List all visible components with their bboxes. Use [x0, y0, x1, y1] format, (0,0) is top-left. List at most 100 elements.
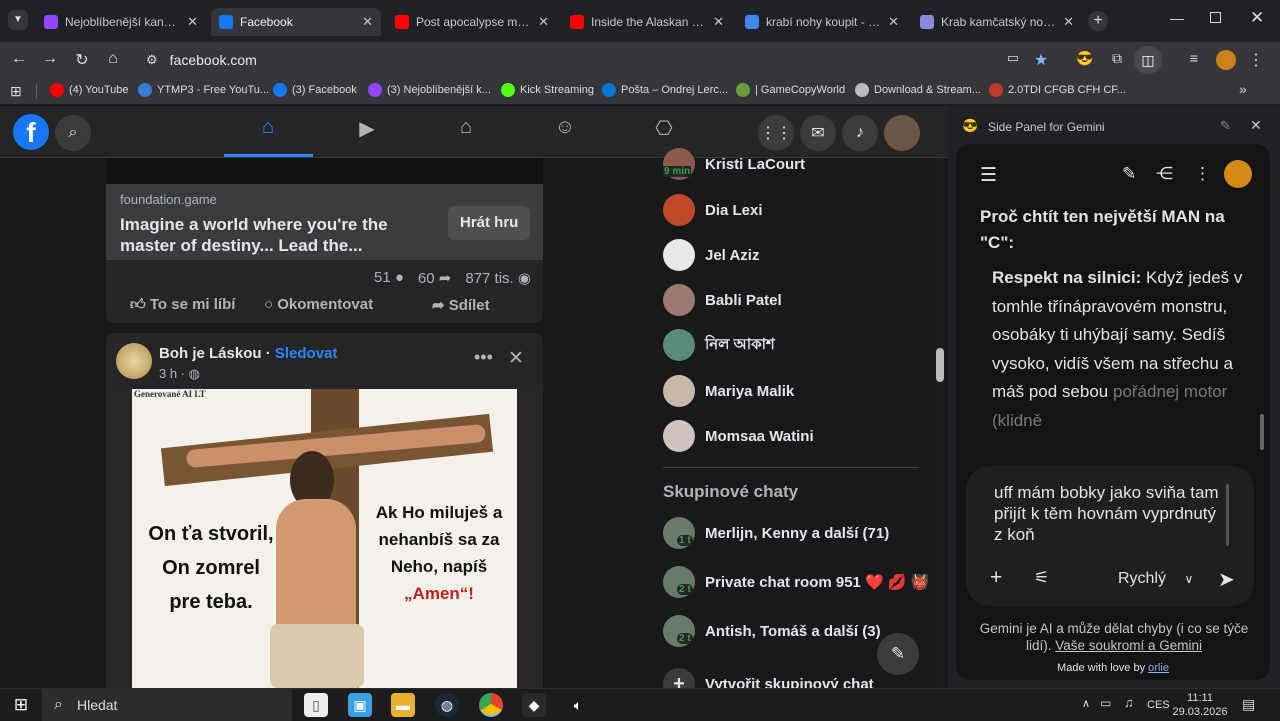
- send-icon[interactable]: ➤: [1218, 567, 1235, 592]
- comment-button[interactable]: ○ Okomentovat: [264, 296, 373, 313]
- extension-gemini-icon[interactable]: 😎: [1075, 50, 1095, 67]
- bookmarks-overflow-icon[interactable]: »: [1239, 81, 1247, 97]
- account-avatar[interactable]: [884, 115, 920, 151]
- bookmark-item[interactable]: Download & Stream...: [855, 83, 981, 97]
- play-game-button[interactable]: Hrát hru: [448, 206, 531, 240]
- group-chat-item[interactable]: 2 t Antish, Tomáš a další (3): [663, 615, 881, 647]
- install-app-icon[interactable]: ▭: [1003, 50, 1023, 66]
- comment-count[interactable]: 51 ●: [374, 269, 404, 287]
- clock[interactable]: 11:11 29.03.2026: [1172, 691, 1228, 719]
- close-window-button[interactable]: ✕: [1250, 8, 1264, 28]
- bookmark-item[interactable]: (3) Facebook: [273, 83, 357, 97]
- home-nav-icon[interactable]: ⌂: [253, 116, 283, 146]
- mode-select[interactable]: Rychlý ∨: [1118, 570, 1193, 588]
- response-scrollbar-thumb[interactable]: [1260, 414, 1264, 450]
- side-panel-icon[interactable]: ◫: [1134, 46, 1162, 74]
- search-icon[interactable]: ⌕: [55, 115, 91, 151]
- steam-icon[interactable]: ◍: [435, 693, 459, 717]
- photos-icon[interactable]: ▣: [348, 693, 372, 717]
- facebook-logo[interactable]: f: [13, 114, 49, 150]
- tray-network-icon[interactable]: ▭: [1100, 696, 1111, 710]
- gemini-menu-icon[interactable]: ☰: [980, 164, 997, 187]
- contact-item[interactable]: Jel Aziz: [663, 239, 759, 271]
- back-button[interactable]: ←: [9, 50, 29, 68]
- contact-item[interactable]: Momsaa Watini: [663, 420, 814, 452]
- tab-close-icon[interactable]: ✕: [187, 14, 198, 30]
- like-button[interactable]: 👍︎ To se mi líbí: [130, 296, 235, 314]
- notifications-bell-icon[interactable]: ♪: [842, 115, 878, 151]
- extensions-puzzle-icon[interactable]: ⧉: [1107, 50, 1127, 67]
- menu-grid-icon[interactable]: ⋮⋮: [758, 115, 794, 151]
- side-panel-close-icon[interactable]: ✕: [1250, 117, 1262, 134]
- home-button[interactable]: ⌂: [103, 50, 123, 68]
- tab-close-icon[interactable]: ✕: [538, 14, 549, 30]
- groups-nav-icon[interactable]: ☺: [550, 116, 580, 146]
- maximize-button[interactable]: [1210, 12, 1221, 23]
- post-author-avatar[interactable]: [116, 343, 152, 379]
- tab-3[interactable]: Post apocalypse music video ✕: [387, 8, 557, 36]
- post-more-icon[interactable]: •••: [474, 347, 493, 368]
- share-count[interactable]: 60 ➦: [418, 269, 451, 287]
- reload-button[interactable]: ↻: [72, 50, 92, 70]
- bookmark-item[interactable]: (3) Nejoblíbenější k...: [368, 83, 491, 97]
- tools-icon[interactable]: ⚟: [1034, 568, 1049, 588]
- tab-6[interactable]: Krab kamčatský nohy syrové ✕: [912, 8, 1082, 36]
- post-author-name[interactable]: Boh je Láskou: [159, 345, 262, 362]
- bookmark-item[interactable]: Pošta – Ondrej Lerc...: [602, 83, 728, 97]
- app-icon[interactable]: ◆: [522, 693, 546, 717]
- file-icon[interactable]: ▯: [304, 693, 328, 717]
- share-button[interactable]: ➦ Sdílet: [432, 296, 490, 314]
- speaker-icon[interactable]: 🔈︎: [566, 693, 590, 717]
- messenger-icon[interactable]: ✉: [800, 115, 836, 151]
- video-nav-icon[interactable]: ▶: [352, 116, 382, 146]
- tab-close-icon[interactable]: ✕: [1063, 14, 1074, 30]
- tab-search-button[interactable]: ▼: [8, 10, 28, 30]
- prompt-scrollbar[interactable]: [1226, 484, 1229, 546]
- gemini-more-icon[interactable]: ⋮: [1194, 164, 1211, 184]
- gaming-nav-icon[interactable]: ⎔: [649, 116, 679, 146]
- tray-volume-icon[interactable]: ♫: [1124, 695, 1134, 710]
- share-icon[interactable]: ⋲: [1156, 164, 1173, 184]
- keyboard-language[interactable]: CES: [1147, 699, 1170, 711]
- bookmark-item[interactable]: Kick Streaming: [501, 83, 594, 97]
- group-chat-item[interactable]: 1 t Merlijn, Kenny a další (71): [663, 517, 889, 549]
- explorer-icon[interactable]: ▬: [391, 693, 415, 717]
- bookmark-item[interactable]: (4) YouTube: [50, 83, 129, 97]
- new-chat-icon[interactable]: ✎: [1122, 164, 1136, 184]
- contact-item[interactable]: 9 min Kristi LaCourt: [663, 148, 805, 180]
- contact-item[interactable]: Mariya Malik: [663, 375, 794, 407]
- post-close-icon[interactable]: ✕: [508, 347, 524, 370]
- notification-center-icon[interactable]: ▤: [1242, 696, 1255, 713]
- address-bar[interactable]: ⚙ facebook.com: [136, 46, 1076, 74]
- pin-icon[interactable]: ✎: [1220, 118, 1231, 134]
- tab-1[interactable]: Nejoblíbenější kanály - Twitch ✕: [36, 8, 206, 36]
- tab-close-icon[interactable]: ✕: [362, 14, 373, 30]
- bookmark-item[interactable]: YTMP3 - Free YouTu...: [138, 83, 269, 97]
- tray-chevron-icon[interactable]: ∧: [1082, 697, 1090, 710]
- bookmark-item[interactable]: 2.0TDI CFGB CFH CF...: [989, 83, 1126, 97]
- marketplace-nav-icon[interactable]: ⌂: [451, 116, 481, 146]
- follow-link[interactable]: Sledovat: [275, 345, 338, 362]
- post-image[interactable]: Generované AI LT On ťa stvoril, On zomre…: [106, 389, 543, 688]
- new-tab-button[interactable]: +: [1088, 11, 1108, 31]
- chrome-icon[interactable]: [479, 693, 503, 717]
- gemini-avatar[interactable]: [1224, 160, 1252, 188]
- page-scrollbar[interactable]: [936, 158, 944, 688]
- contact-item[interactable]: Dia Lexi: [663, 194, 763, 226]
- tab-close-icon[interactable]: ✕: [888, 14, 899, 30]
- taskbar-search[interactable]: ⌕ Hledat: [42, 689, 292, 721]
- add-attachment-icon[interactable]: +: [990, 566, 1002, 590]
- site-info-icon[interactable]: ⚙: [146, 52, 158, 68]
- bookmark-item[interactable]: | GameCopyWorld: [736, 83, 845, 97]
- tab-close-icon[interactable]: ✕: [713, 14, 724, 30]
- ad-link-box[interactable]: foundation.game Imagine a world where yo…: [106, 184, 543, 260]
- group-chat-item[interactable]: 2 t Private chat room 951 ❤️ 💋 👹: [663, 566, 929, 598]
- media-control-icon[interactable]: ≡: [1184, 50, 1204, 66]
- apps-grid-icon[interactable]: ⊞: [10, 83, 22, 100]
- prompt-input[interactable]: uff mám bobky jako sviňa tam přijít k tě…: [994, 482, 1220, 545]
- new-message-button[interactable]: ✎: [877, 633, 919, 675]
- windows-start-icon[interactable]: ⊞: [9, 693, 33, 717]
- contact-item[interactable]: Babli Patel: [663, 284, 782, 316]
- forward-button[interactable]: →: [40, 50, 60, 68]
- bookmark-star-icon[interactable]: ★: [1031, 50, 1051, 70]
